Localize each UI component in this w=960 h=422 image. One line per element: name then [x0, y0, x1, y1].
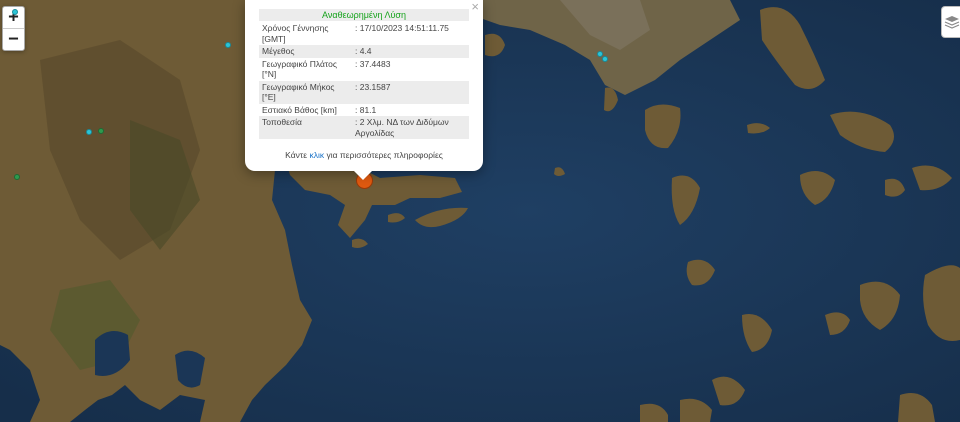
- info-key: Μέγεθος: [259, 45, 352, 58]
- info-row-longitude: Γεωγραφικό Μήκος [°E] : 23.1587: [259, 80, 469, 104]
- more-info-prefix: Κάντε: [285, 150, 308, 160]
- event-marker[interactable]: [225, 42, 231, 48]
- info-value: : 37.4483: [355, 58, 391, 69]
- info-key: Γεωγραφικό Μήκος [°E]: [259, 80, 352, 104]
- info-key: Χρόνος Γέννησης [GMT]: [262, 23, 329, 44]
- more-info-suffix: για περισσότερες πληροφορίες: [326, 150, 443, 160]
- info-key: Γεωγραφικό Πλάτος [°N]: [262, 58, 337, 80]
- info-key: Εστιακό Βάθος [km]: [262, 104, 337, 115]
- info-value: : 81.1: [355, 104, 377, 115]
- event-marker[interactable]: [86, 129, 92, 135]
- more-info-link[interactable]: κλικ: [309, 150, 324, 160]
- info-row-origin-time: Χρόνος Γέννησης [GMT] : 17/10/2023 14:51…: [259, 22, 469, 45]
- info-row-latitude: Γεωγραφικό Πλάτος [°N] : 37.4483: [259, 58, 469, 81]
- info-key: Τοποθεσία: [259, 116, 352, 139]
- info-row-location: Τοποθεσία : 2 Χλμ. ΝΔ των Διδύμων Αργολί…: [259, 116, 469, 139]
- event-marker[interactable]: [602, 56, 608, 62]
- info-value: : 4.4: [352, 45, 469, 58]
- map-area[interactable]: + − × Αναθεωρημένη Λύση Χρόνος Γέννησης …: [0, 0, 960, 422]
- info-value: : 2 Χλμ. ΝΔ των Διδύμων Αργολίδας: [352, 116, 469, 139]
- event-marker[interactable]: [14, 174, 20, 180]
- event-marker[interactable]: [98, 128, 104, 134]
- popup-close-button[interactable]: ×: [471, 0, 479, 13]
- layers-icon: [944, 16, 960, 29]
- more-info-line: Κάντε κλικ για περισσότερες πληροφορίες: [259, 150, 469, 160]
- earthquake-popup: × Αναθεωρημένη Λύση Χρόνος Γέννησης [GMT…: [245, 0, 483, 180]
- event-marker[interactable]: [12, 9, 18, 15]
- popup-tip: [354, 171, 372, 180]
- zoom-out-button[interactable]: −: [3, 28, 24, 50]
- layers-button[interactable]: [941, 6, 960, 38]
- info-row-depth: Εστιακό Βάθος [km] : 81.1: [259, 104, 469, 117]
- popup-info-table: Χρόνος Γέννησης [GMT] : 17/10/2023 14:51…: [259, 22, 469, 139]
- info-value: : 17/10/2023 14:51:11.75: [355, 23, 449, 33]
- info-row-magnitude: Μέγεθος : 4.4: [259, 45, 469, 58]
- popup-title: Αναθεωρημένη Λύση: [259, 9, 469, 21]
- info-value: : 23.1587: [352, 80, 469, 104]
